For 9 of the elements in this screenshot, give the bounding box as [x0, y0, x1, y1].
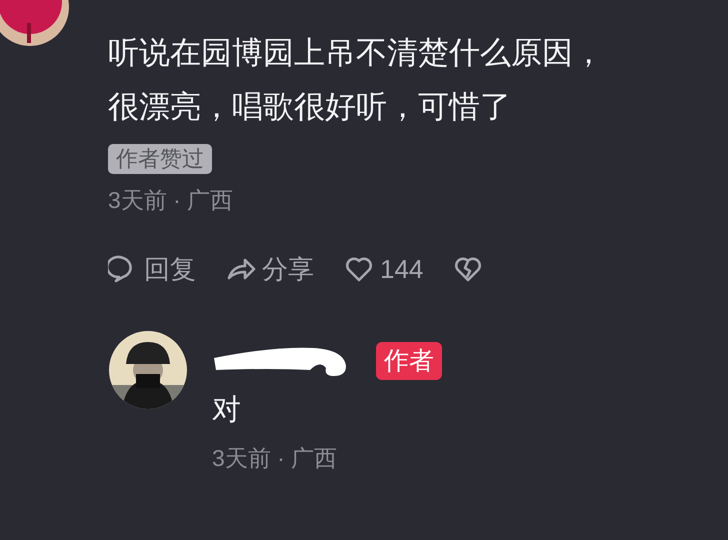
author-tag: 作者 [376, 342, 442, 380]
reply-text: 对 [212, 393, 242, 428]
like-button[interactable]: 144 [344, 252, 424, 286]
reply-meta: 3天前 · 广西 [212, 444, 338, 473]
comment-meta: 3天前 · 广西 [108, 186, 234, 215]
share-button[interactable]: 分享 [226, 252, 314, 286]
comment-text: 听说在园博园上吊不清楚什么原因，很漂亮，唱歌很好听，可惜了 [108, 34, 605, 126]
author-liked-tag: 作者赞过 [108, 144, 212, 174]
reply-button[interactable]: 回复 [108, 252, 196, 286]
